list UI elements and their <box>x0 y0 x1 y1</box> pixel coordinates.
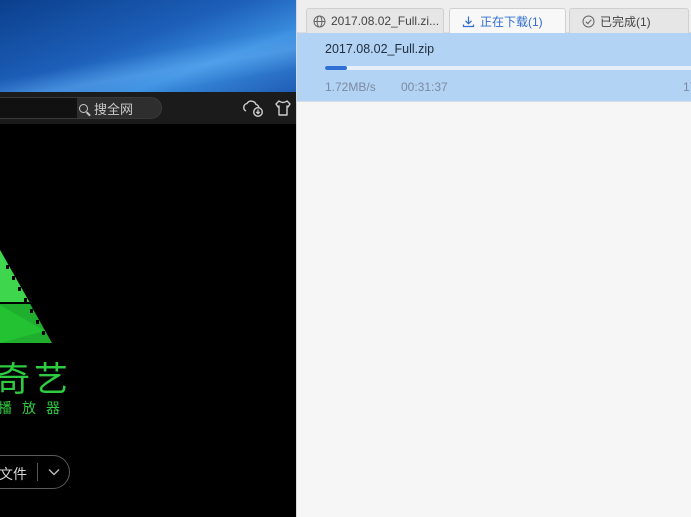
desktop-wallpaper <box>0 0 296 100</box>
open-file-button[interactable]: 文件 <box>0 455 70 489</box>
download-time-remaining: 00:31:37 <box>401 80 448 94</box>
search-icon <box>79 103 88 113</box>
globe-icon <box>313 15 326 27</box>
download-icon <box>462 16 475 28</box>
tab-bar: 2017.08.02_Full.zi... 正在下载(1) 已完成(1) <box>297 0 691 34</box>
video-player-window: 搜全网 奇艺 播放器 文件 <box>0 0 296 517</box>
tab-downloading[interactable]: 正在下载(1) <box>449 8 566 34</box>
skin-icon[interactable] <box>274 99 292 117</box>
search-input[interactable] <box>0 98 77 118</box>
logo-icon <box>0 250 52 343</box>
check-circle-icon <box>582 15 595 27</box>
download-progress-fill <box>325 66 348 70</box>
download-manager-window: 2017.08.02_Full.zi... 正在下载(1) 已完成(1) 201… <box>296 0 691 517</box>
search-box[interactable]: 搜全网 <box>0 97 162 119</box>
row-divider <box>297 101 691 102</box>
download-item[interactable]: 2017.08.02_Full.zip 1.72MB/s 00:31:37 17 <box>297 33 691 101</box>
download-speed: 1.72MB/s <box>325 80 376 94</box>
chevron-down-icon[interactable] <box>47 465 61 479</box>
open-file-label: 文件 <box>0 466 27 482</box>
download-size: 17 <box>683 80 691 94</box>
tab-file-label: 2017.08.02_Full.zi... <box>331 14 440 28</box>
tab-completed[interactable]: 已完成(1) <box>569 8 689 33</box>
tab-downloading-label: 正在下载(1) <box>480 15 543 29</box>
brand-name: 奇艺 <box>0 361 72 399</box>
cloud-download-icon[interactable] <box>242 99 264 117</box>
search-button[interactable]: 搜全网 <box>79 98 133 118</box>
tab-file[interactable]: 2017.08.02_Full.zi... <box>306 8 444 33</box>
download-filename: 2017.08.02_Full.zip <box>325 42 435 56</box>
button-divider <box>37 463 38 481</box>
tab-completed-label: 已完成(1) <box>600 14 651 29</box>
download-progress-bar <box>325 66 691 70</box>
brand-subtitle: 播放器 <box>0 400 70 416</box>
search-button-label: 搜全网 <box>94 101 134 117</box>
